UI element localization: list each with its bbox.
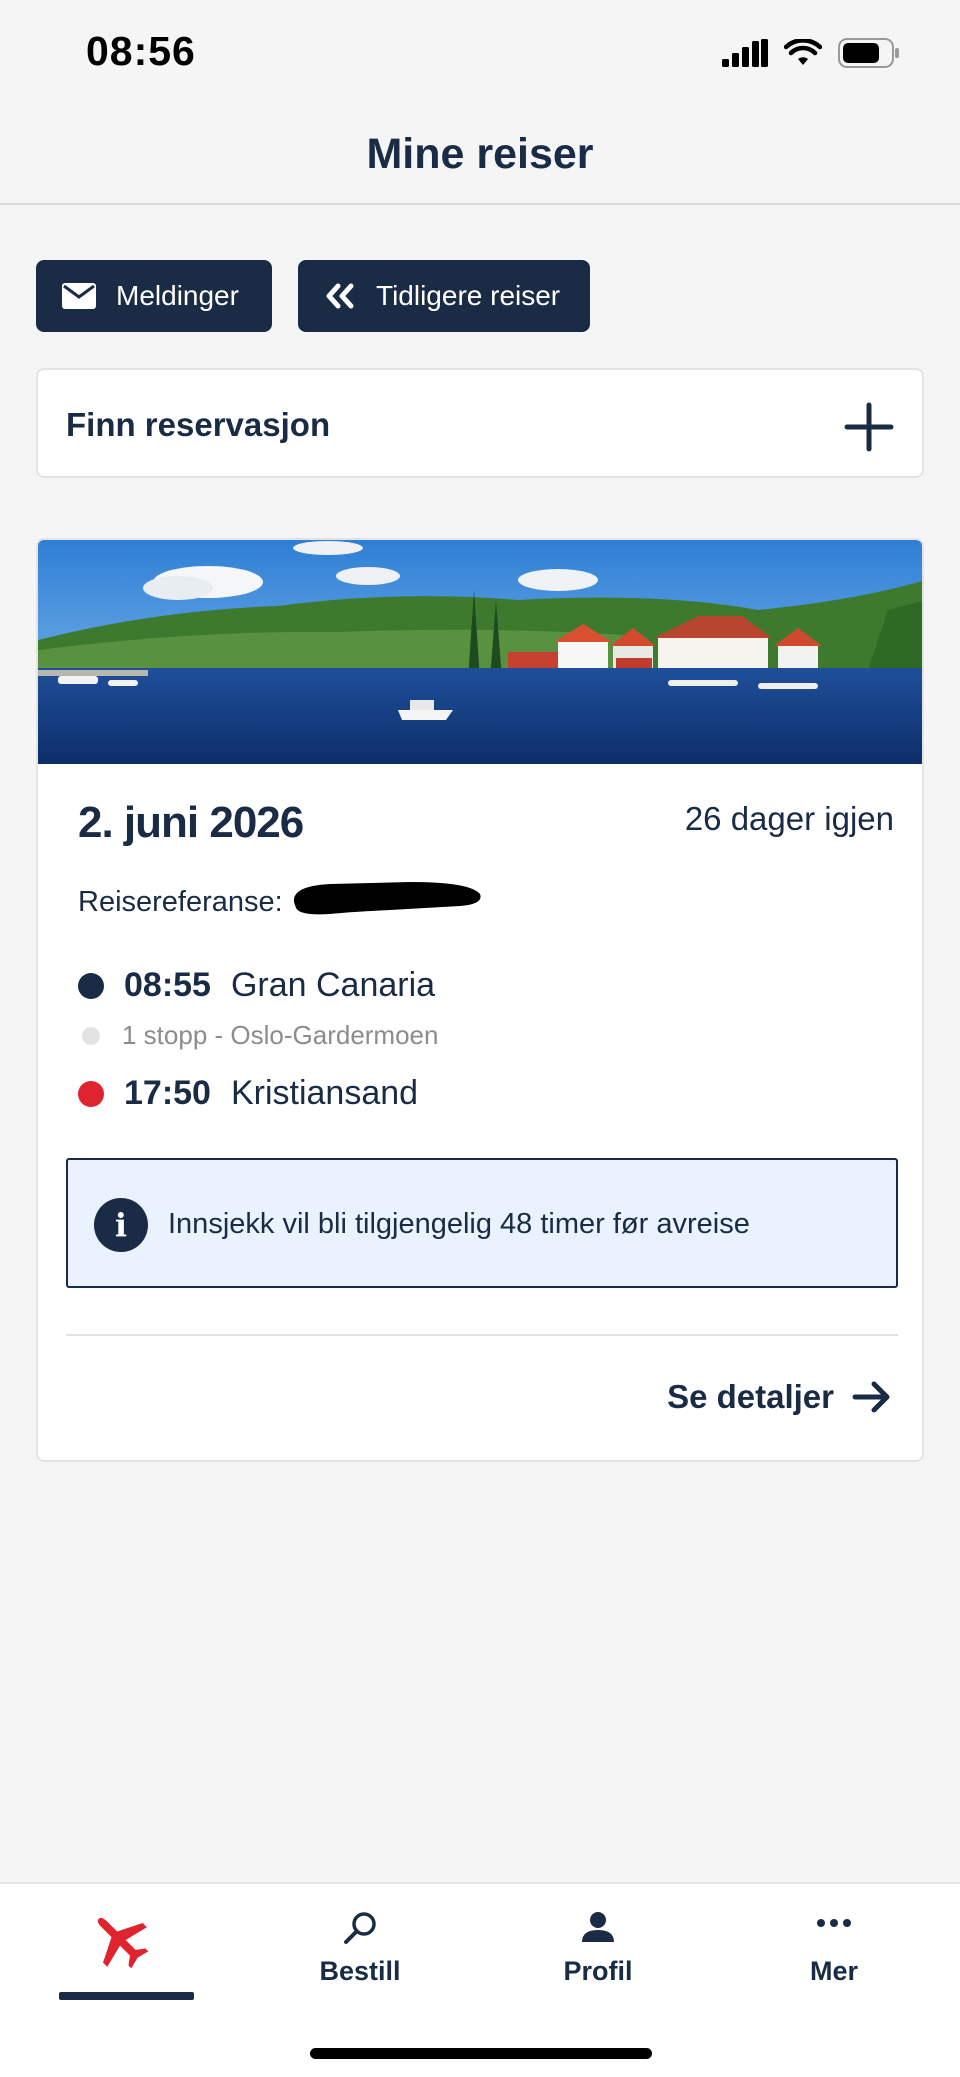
divider	[66, 1334, 898, 1336]
stopover-dot	[82, 1026, 100, 1045]
airplane-icon	[97, 1917, 149, 1969]
messages-button[interactable]: Meldinger	[36, 260, 272, 332]
envelope-icon	[62, 283, 96, 309]
checkin-info-banner: i Innsjekk vil bli tilgjengelig 48 timer…	[66, 1158, 898, 1288]
days-left: 26 dager igjen	[684, 800, 894, 837]
trip-card[interactable]: 2. juni 2026 26 dager igjen Reisereferan…	[36, 538, 924, 1462]
more-icon	[817, 1919, 851, 1927]
find-reservation-toggle[interactable]: Finn reservasjon	[36, 368, 924, 478]
redaction-mark	[293, 882, 481, 915]
active-tab-indicator	[59, 1992, 194, 2000]
previous-trips-button-label: Tidligere reiser	[376, 280, 561, 311]
trip-date: 2. juni 2026	[78, 798, 304, 847]
tab-more-label: Mer	[809, 1956, 858, 1986]
see-details-link[interactable]: Se detaljer	[667, 1378, 892, 1416]
stopover-row: 1 stopp - Oslo-Gardermoen	[78, 1020, 438, 1051]
info-icon: i	[94, 1198, 148, 1252]
arrival-time: 17:50	[124, 1074, 211, 1112]
status-bar: 08:56	[0, 0, 960, 100]
double-chevron-left-icon	[326, 283, 354, 309]
departure-row: 08:55 Gran Canaria	[78, 966, 435, 1005]
departure-place: Gran Canaria	[230, 966, 436, 1004]
arrival-row: 17:50 Kristiansand	[78, 1074, 418, 1113]
tab-book[interactable]: Bestill	[240, 1884, 480, 2024]
destination-photo	[38, 540, 922, 764]
booking-reference-label: Reisereferanse:	[78, 886, 283, 918]
arrow-right-icon	[852, 1381, 890, 1413]
previous-trips-button[interactable]: Tidligere reiser	[298, 260, 590, 332]
tab-book-label: Bestill	[319, 1956, 401, 1986]
stopover-text: 1 stopp - Oslo-Gardermoen	[122, 1020, 439, 1050]
messages-button-label: Meldinger	[116, 280, 239, 311]
see-details-label: Se detaljer	[667, 1378, 834, 1415]
departure-dot	[78, 972, 104, 999]
cellular-signal-icon	[722, 39, 768, 67]
tab-profile-label: Profil	[563, 1956, 633, 1986]
checkin-info-text: Innsjekk vil bli tilgjengelig 48 timer f…	[168, 1208, 750, 1240]
search-icon	[344, 1912, 376, 1944]
arrival-dot	[78, 1080, 104, 1107]
departure-time: 08:55	[124, 966, 211, 1004]
tab-more[interactable]: Mer	[714, 1884, 954, 2024]
arrival-place: Kristiansand	[230, 1074, 419, 1112]
tab-my-trips[interactable]	[0, 1884, 240, 2024]
battery-icon	[838, 38, 899, 68]
profile-icon	[582, 1912, 614, 1942]
status-icons	[722, 38, 900, 68]
home-indicator[interactable]	[310, 2048, 652, 2059]
tab-profile[interactable]: Profil	[478, 1884, 718, 2024]
page-title: Mine reiser	[366, 130, 594, 178]
wifi-icon	[784, 39, 822, 65]
status-time: 08:56	[86, 28, 196, 74]
find-reservation-label: Finn reservasjon	[66, 406, 331, 443]
plus-icon	[844, 402, 894, 452]
